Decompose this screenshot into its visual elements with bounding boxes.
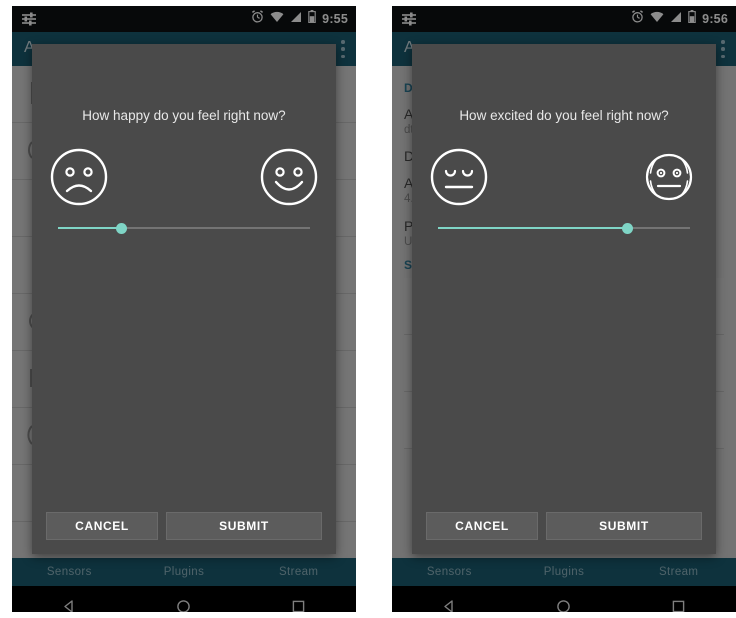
sleepy-face-icon <box>428 146 490 208</box>
slider-fill <box>58 227 121 229</box>
excited-face-icon <box>638 146 700 208</box>
dialog-actions: CANCEL SUBMIT <box>46 512 322 540</box>
slider-fill <box>438 227 627 229</box>
dialog-actions: CANCEL SUBMIT <box>426 512 702 540</box>
submit-button[interactable]: SUBMIT <box>165 512 322 540</box>
mood-slider-left[interactable] <box>58 220 310 236</box>
mood-dialog-left: How happy do you feel right now? CANCEL … <box>32 44 336 554</box>
sad-face-icon <box>48 146 110 208</box>
cancel-button[interactable]: CANCEL <box>46 512 158 540</box>
mood-dialog-right: How excited do you feel right now? CANCE… <box>412 44 716 554</box>
phone-screenshot-left: 9:55 A Sensors Plugins Stream How happy … <box>12 6 356 612</box>
slider-thumb[interactable] <box>115 223 127 234</box>
slider-thumb[interactable] <box>621 223 633 234</box>
screenshot-root: 9:55 A Sensors Plugins Stream How happy … <box>0 0 736 618</box>
mood-slider-right[interactable] <box>438 220 690 236</box>
cancel-button[interactable]: CANCEL <box>426 512 538 540</box>
dialog-question: How happy do you feel right now? <box>82 108 286 123</box>
happy-face-icon <box>258 146 320 208</box>
submit-button[interactable]: SUBMIT <box>545 512 702 540</box>
phone-screenshot-right: 9:56 A D A dt D A 4. P U de S <box>392 6 736 612</box>
dialog-question: How excited do you feel right now? <box>459 108 669 123</box>
